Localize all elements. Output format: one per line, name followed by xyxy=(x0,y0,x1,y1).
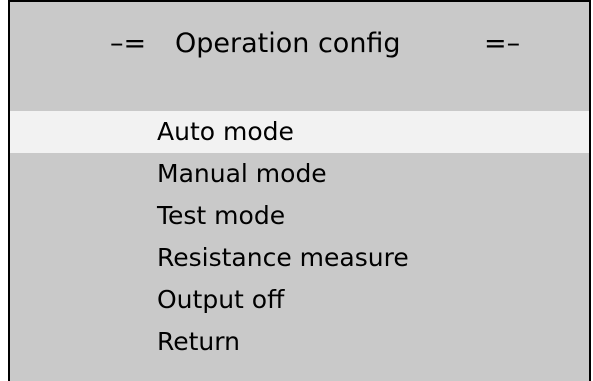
operation-config-panel: –= Operation config =– Auto mode Manual … xyxy=(8,0,591,381)
page-title: Operation config xyxy=(175,28,401,59)
operation-menu: Auto mode Manual mode Test mode Resistan… xyxy=(10,111,589,363)
menu-item-label: Output off xyxy=(157,285,285,314)
menu-item-label: Test mode xyxy=(157,201,286,230)
menu-item-label: Auto mode xyxy=(157,117,294,146)
title-bar: –= Operation config =– xyxy=(10,24,589,64)
menu-item-output-off[interactable]: Output off xyxy=(10,279,589,321)
menu-item-test-mode[interactable]: Test mode xyxy=(10,195,589,237)
menu-item-auto-mode[interactable]: Auto mode xyxy=(10,111,589,153)
menu-item-label: Return xyxy=(157,327,240,356)
menu-item-return[interactable]: Return xyxy=(10,321,589,363)
title-right-decoration: =– xyxy=(484,28,521,59)
menu-item-manual-mode[interactable]: Manual mode xyxy=(10,153,589,195)
screen: –= Operation config =– Auto mode Manual … xyxy=(0,0,593,381)
title-left-decoration: –= xyxy=(110,28,147,59)
menu-item-label: Manual mode xyxy=(157,159,327,188)
menu-item-label: Resistance measure xyxy=(157,243,409,272)
menu-item-resistance-measure[interactable]: Resistance measure xyxy=(10,237,589,279)
